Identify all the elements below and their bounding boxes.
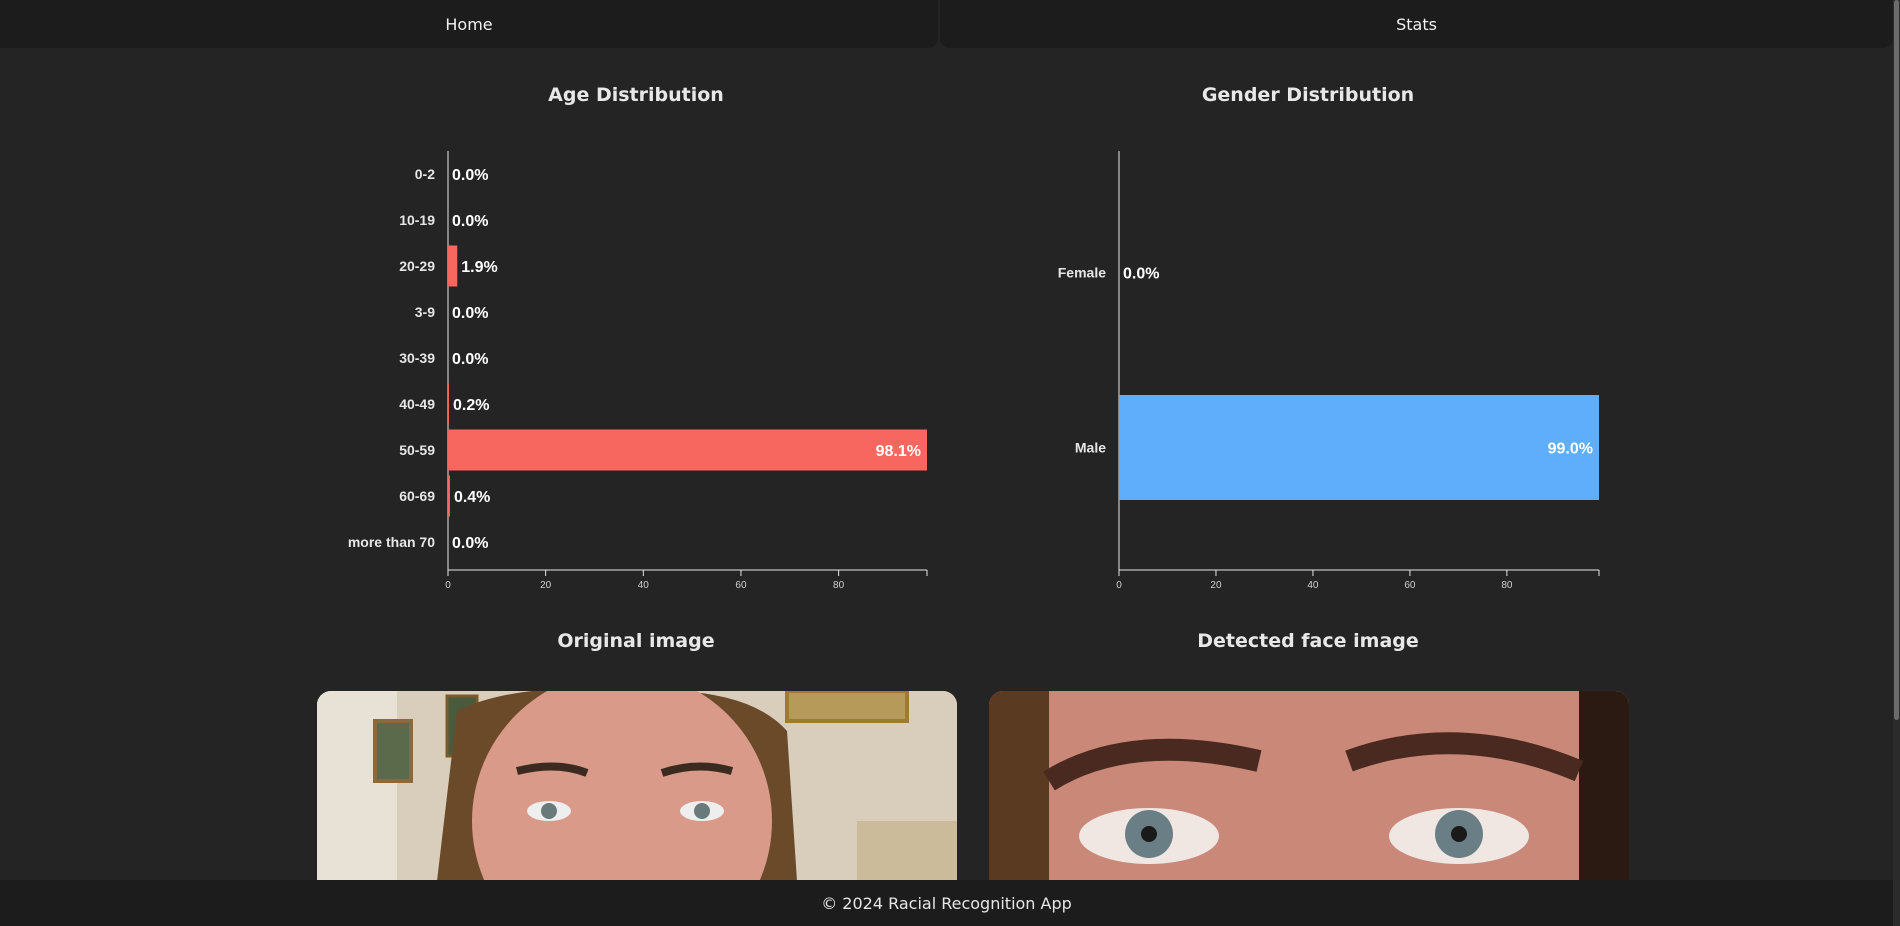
gender-x-tick-label: 40 <box>1307 580 1319 591</box>
gender-distribution-chart: 0 20 40 60 80 Female 0.0% Male 99.0% <box>1058 151 1600 591</box>
gender-x-tick-label: 80 <box>1501 580 1513 591</box>
gender-value-label: 0.0% <box>1123 266 1159 283</box>
gender-x-tick-label: 60 <box>1404 580 1416 591</box>
scrollbar-thumb[interactable] <box>1894 0 1899 720</box>
original-image-title: Original image <box>557 630 715 652</box>
detected-face-image <box>989 691 1629 881</box>
gender-x-tick-label: 0 <box>1116 580 1122 591</box>
gender-x-tick-label: 20 <box>1210 580 1222 591</box>
scrollbar[interactable] <box>1893 0 1900 926</box>
original-image <box>317 691 957 881</box>
footer-text: © 2024 Racial Recognition App <box>821 893 1072 913</box>
gender-value-label: 99.0% <box>1548 441 1593 458</box>
detected-face-title: Detected face image <box>1197 630 1419 652</box>
footer: © 2024 Racial Recognition App <box>0 880 1893 926</box>
gender-category-label: Female <box>1058 265 1106 281</box>
gender-category-label: Male <box>1075 440 1106 456</box>
gender-bar <box>1119 395 1599 500</box>
